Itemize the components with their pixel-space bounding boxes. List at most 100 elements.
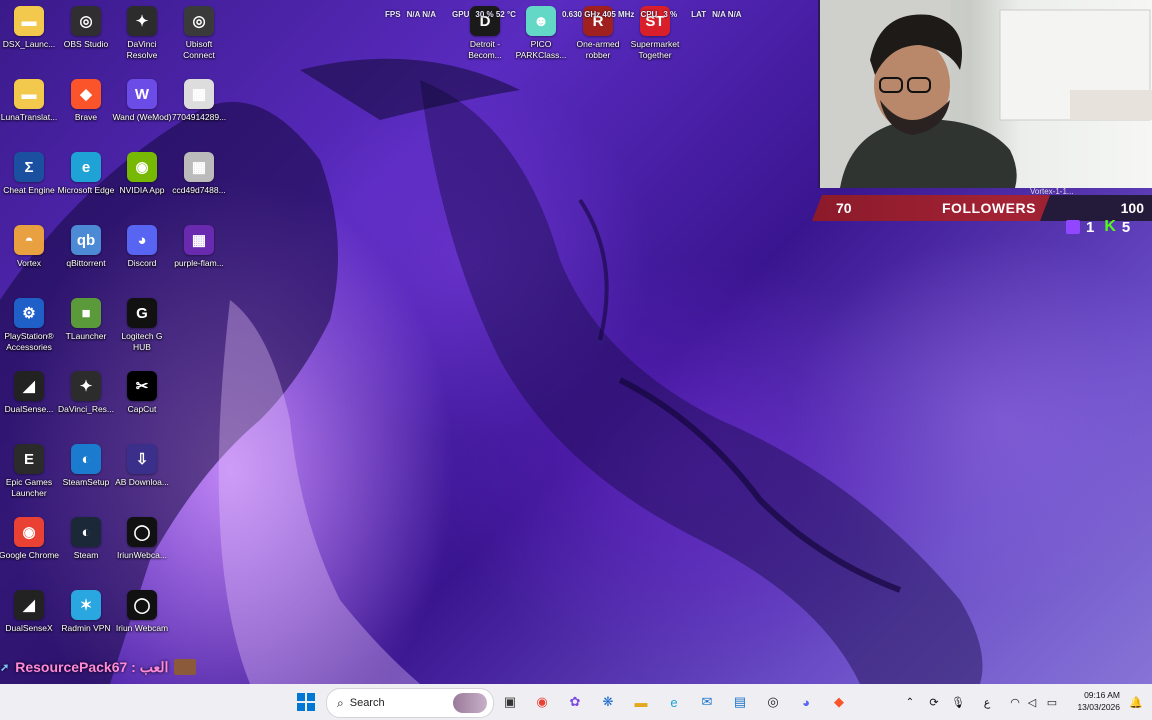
gpu-label: GPU bbox=[452, 10, 470, 19]
desktop-icon[interactable]: ◎ Ubisoft Connect bbox=[170, 6, 228, 61]
lat-value: N/A N/A bbox=[712, 10, 742, 19]
tray-battery-icon[interactable]: ▭ bbox=[1040, 690, 1064, 714]
desktop-icon[interactable]: ◓ Vortex bbox=[0, 225, 58, 269]
desktop-icon-label: Wand (WeMod) bbox=[112, 112, 172, 122]
desktop-icon-label: PICO PARKClass... bbox=[515, 39, 567, 60]
desktop-icon[interactable]: ◉ Google Chrome bbox=[0, 517, 59, 561]
desktop-icon[interactable]: ▦ purple-flam... bbox=[170, 225, 228, 269]
desktop-icon[interactable]: ✦ DaVinci Resolve bbox=[113, 6, 171, 61]
desktop-icon[interactable]: ▬ DSX_Launc... bbox=[0, 6, 58, 50]
desktop-icon-label: SteamSetup bbox=[62, 477, 110, 487]
epic-games-icon: E bbox=[14, 444, 44, 474]
desktop-icon[interactable]: G Logitech G HUB bbox=[113, 298, 171, 353]
desktop-icon[interactable]: ▬ LunaTranslat... bbox=[0, 79, 58, 123]
desktop-icon[interactable]: ◐ SteamSetup bbox=[57, 444, 115, 488]
brave-icon: ◆ bbox=[71, 79, 101, 109]
folder-icon: ▬ bbox=[14, 79, 44, 109]
desktop-icon[interactable]: ⇩ AB Downloa... bbox=[113, 444, 171, 488]
desktop-icon-label: Radmin VPN bbox=[61, 623, 111, 633]
desktop-icon-label: AB Downloa... bbox=[115, 477, 169, 487]
desktop-icon[interactable]: ✂ CapCut bbox=[113, 371, 171, 415]
search-highlight-icon bbox=[453, 693, 487, 713]
desktop-icon[interactable]: ⚙ PlayStation® Accessories bbox=[0, 298, 58, 353]
desktop-icon[interactable]: W Wand (WeMod) bbox=[112, 79, 172, 123]
steam-setup-icon: ◐ bbox=[71, 444, 101, 474]
davinci-resolve-icon: ✦ bbox=[127, 6, 157, 36]
webcam-overlay bbox=[818, 0, 1152, 188]
qbittorrent-icon: qb bbox=[71, 225, 101, 255]
tray-overflow-chevron-icon[interactable]: ⌃ bbox=[898, 690, 922, 714]
desktop-icon[interactable]: ✶ Radmin VPN bbox=[57, 590, 115, 634]
desktop-icon-label: TLauncher bbox=[65, 331, 107, 341]
desktop-icon-label: Discord bbox=[127, 258, 157, 268]
ab-download-icon: ⇩ bbox=[127, 444, 157, 474]
desktop-icon[interactable]: ◕ Discord bbox=[113, 225, 171, 269]
notifications-bell-icon[interactable]: 🔔 bbox=[1124, 690, 1148, 714]
desktop-icon[interactable]: ◯ IriunWebca... bbox=[113, 517, 171, 561]
desktop-icon[interactable]: ◉ NVIDIA App bbox=[113, 152, 171, 196]
desktop-icon[interactable]: ◯ Iriun Webcam bbox=[113, 590, 171, 634]
taskbar-discord-icon[interactable]: ◕ bbox=[794, 690, 818, 714]
capcut-icon: ✂ bbox=[127, 371, 157, 401]
taskbar-file-explorer-icon[interactable]: ▬ bbox=[629, 690, 653, 714]
desktop-icon[interactable]: qb qBittorrent bbox=[57, 225, 115, 269]
taskbar-search-box[interactable]: ⌕ Search bbox=[326, 688, 494, 718]
desktop-icon[interactable]: ◆ Brave bbox=[57, 79, 115, 123]
desktop-icon[interactable]: ▦ ccd49d7488... bbox=[170, 152, 228, 196]
desktop-icon-label: purple-flam... bbox=[174, 258, 224, 268]
stream-platform-stats: 1 K 5 bbox=[1066, 218, 1130, 236]
desktop-icon[interactable]: ✦ DaVinci_Res... bbox=[57, 371, 115, 415]
followers-count: 70 bbox=[836, 200, 852, 216]
iriun-webcam-icon: ◯ bbox=[127, 590, 157, 620]
radmin-icon: ✶ bbox=[71, 590, 101, 620]
taskbar-clock[interactable]: 09:16 AM 13/03/2026 bbox=[1077, 689, 1120, 713]
lat-label: LAT bbox=[691, 10, 707, 19]
desktop-icon[interactable]: e Microsoft Edge bbox=[57, 152, 115, 196]
discord-icon: ◕ bbox=[127, 225, 157, 255]
dualsense-icon: ◢ bbox=[14, 371, 44, 401]
desktop-icon[interactable]: ◎ OBS Studio bbox=[57, 6, 115, 50]
iriun-icon: ◯ bbox=[127, 517, 157, 547]
desktop-icon-label: Brave bbox=[74, 112, 98, 122]
task-view-button[interactable]: ▣ bbox=[498, 690, 522, 714]
desktop-icon[interactable]: ■ TLauncher bbox=[57, 298, 115, 342]
desktop-icon-label: PlayStation® Accessories bbox=[4, 331, 54, 352]
desktop-icon[interactable]: ◐ Steam bbox=[57, 517, 115, 561]
taskbar-copilot-icon[interactable]: ✿ bbox=[563, 690, 587, 714]
desktop-icon[interactable]: ◢ DualSense... bbox=[0, 371, 58, 415]
desktop-icon[interactable]: Σ Cheat Engine bbox=[0, 152, 58, 196]
desktop-icon[interactable]: ▦ 7704914289... bbox=[170, 79, 228, 123]
desktop-icon-label: Detroit - Becom... bbox=[468, 39, 502, 60]
performance-overlay: FPS N/A N/A GPU 30 % 52 °C 0.630 GHz 405… bbox=[385, 10, 742, 24]
dualsensex-icon: ◢ bbox=[14, 590, 44, 620]
folder-icon: ▬ bbox=[14, 6, 44, 36]
desktop-icon-label: One-armed robber bbox=[576, 39, 620, 60]
davinci-icon: ✦ bbox=[71, 371, 101, 401]
taskbar-store-icon[interactable]: ▤ bbox=[728, 690, 752, 714]
taskbar-outlook-icon[interactable]: ✉ bbox=[695, 690, 719, 714]
desktop-icon-label: Vortex bbox=[16, 258, 42, 268]
taskbar-app-icon[interactable]: ❋ bbox=[596, 690, 620, 714]
image-file-icon: ▦ bbox=[184, 79, 214, 109]
start-button[interactable] bbox=[294, 690, 318, 714]
cpu-value: 3 % bbox=[663, 10, 678, 19]
tray-sync-icon[interactable]: ⟳ bbox=[922, 690, 946, 714]
taskbar-brave-icon[interactable]: ◆ bbox=[827, 690, 851, 714]
chat-ticker: ➚ ResourcePack67 : العب bbox=[0, 657, 197, 677]
tray-language-indicator[interactable]: ع bbox=[975, 690, 999, 714]
desktop-icon[interactable]: E Epic Games Launcher bbox=[0, 444, 58, 499]
taskbar-chrome-icon[interactable]: ◉ bbox=[530, 690, 554, 714]
desktop-icon-label: NVIDIA App bbox=[119, 185, 165, 195]
kick-icon: K bbox=[1104, 218, 1116, 235]
desktop-icon-label: DaVinci Resolve bbox=[126, 39, 158, 60]
ubisoft-icon: ◎ bbox=[184, 6, 214, 36]
desktop-icon-label: Iriun Webcam bbox=[115, 623, 169, 633]
taskbar-obs-icon[interactable]: ◎ bbox=[761, 690, 785, 714]
desktop-icon-label: Logitech G HUB bbox=[121, 331, 163, 352]
desktop-icon-label: ccd49d7488... bbox=[172, 185, 226, 195]
tray-microphone-icon[interactable]: 🎙 bbox=[946, 690, 970, 714]
windows-logo-icon bbox=[297, 693, 315, 711]
logitech-icon: G bbox=[127, 298, 157, 328]
desktop-icon[interactable]: ◢ DualSenseX bbox=[0, 590, 58, 634]
taskbar-edge-icon[interactable]: e bbox=[662, 690, 686, 714]
